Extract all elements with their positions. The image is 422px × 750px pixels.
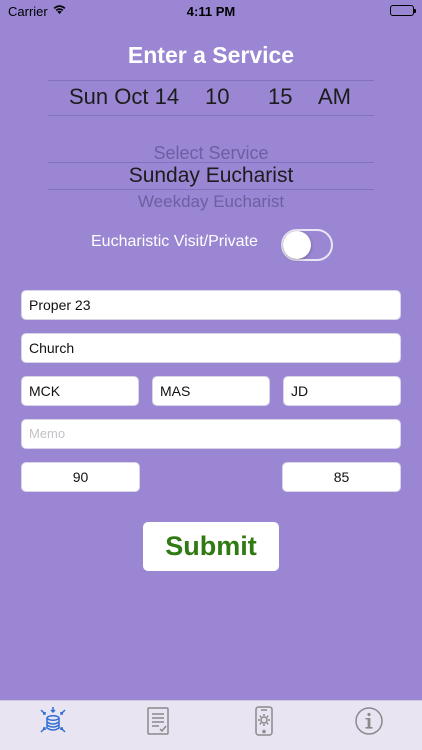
battery-icon [390, 5, 416, 16]
picker-divider [48, 189, 374, 190]
phone-settings-icon [255, 706, 273, 736]
private-visit-label: Eucharistic Visit/Private [91, 233, 258, 250]
attendance-left-field[interactable]: 90 [21, 462, 140, 492]
tab-database[interactable] [37, 705, 69, 737]
page-title: Enter a Service [127, 42, 295, 68]
picker-divider [48, 80, 374, 81]
date-picker-day[interactable]: Sun Oct 14 [69, 84, 179, 110]
proper-field[interactable]: Proper 23 [21, 290, 401, 320]
tab-bar [0, 700, 422, 750]
date-picker-ampm[interactable]: AM [318, 84, 351, 110]
picker-divider [48, 162, 374, 163]
date-picker-minute[interactable]: 15 [268, 84, 292, 110]
private-visit-toggle[interactable] [281, 229, 333, 261]
database-icon [40, 707, 66, 733]
preacher-field[interactable]: MAS [152, 376, 270, 406]
officiant-field[interactable]: JD [283, 376, 401, 406]
tab-info[interactable] [353, 705, 385, 737]
document-icon [147, 707, 169, 735]
date-picker-hour[interactable]: 10 [205, 84, 229, 110]
picker-divider [48, 115, 374, 116]
info-icon [355, 707, 383, 735]
celebrant-field[interactable]: MCK [21, 376, 139, 406]
location-field[interactable]: Church [21, 333, 401, 363]
toggle-knob [283, 231, 311, 259]
status-bar: Carrier 4:11 PM [0, 0, 422, 22]
service-option-selected[interactable]: Sunday Eucharist [0, 164, 422, 188]
tab-settings[interactable] [248, 705, 280, 737]
tab-records[interactable] [142, 705, 174, 737]
attendance-right-field[interactable]: 85 [282, 462, 401, 492]
service-option-above[interactable]: Select Service [0, 143, 422, 164]
status-time: 4:11 PM [186, 4, 236, 19]
service-option-below[interactable]: Weekday Eucharist [0, 192, 422, 212]
date-time-picker[interactable]: Sun Oct 14 10 15 AM [0, 84, 422, 112]
submit-button[interactable]: Submit [143, 522, 279, 571]
private-visit-row: Eucharistic Visit/Private [0, 228, 422, 262]
memo-field[interactable]: Memo [21, 419, 401, 449]
